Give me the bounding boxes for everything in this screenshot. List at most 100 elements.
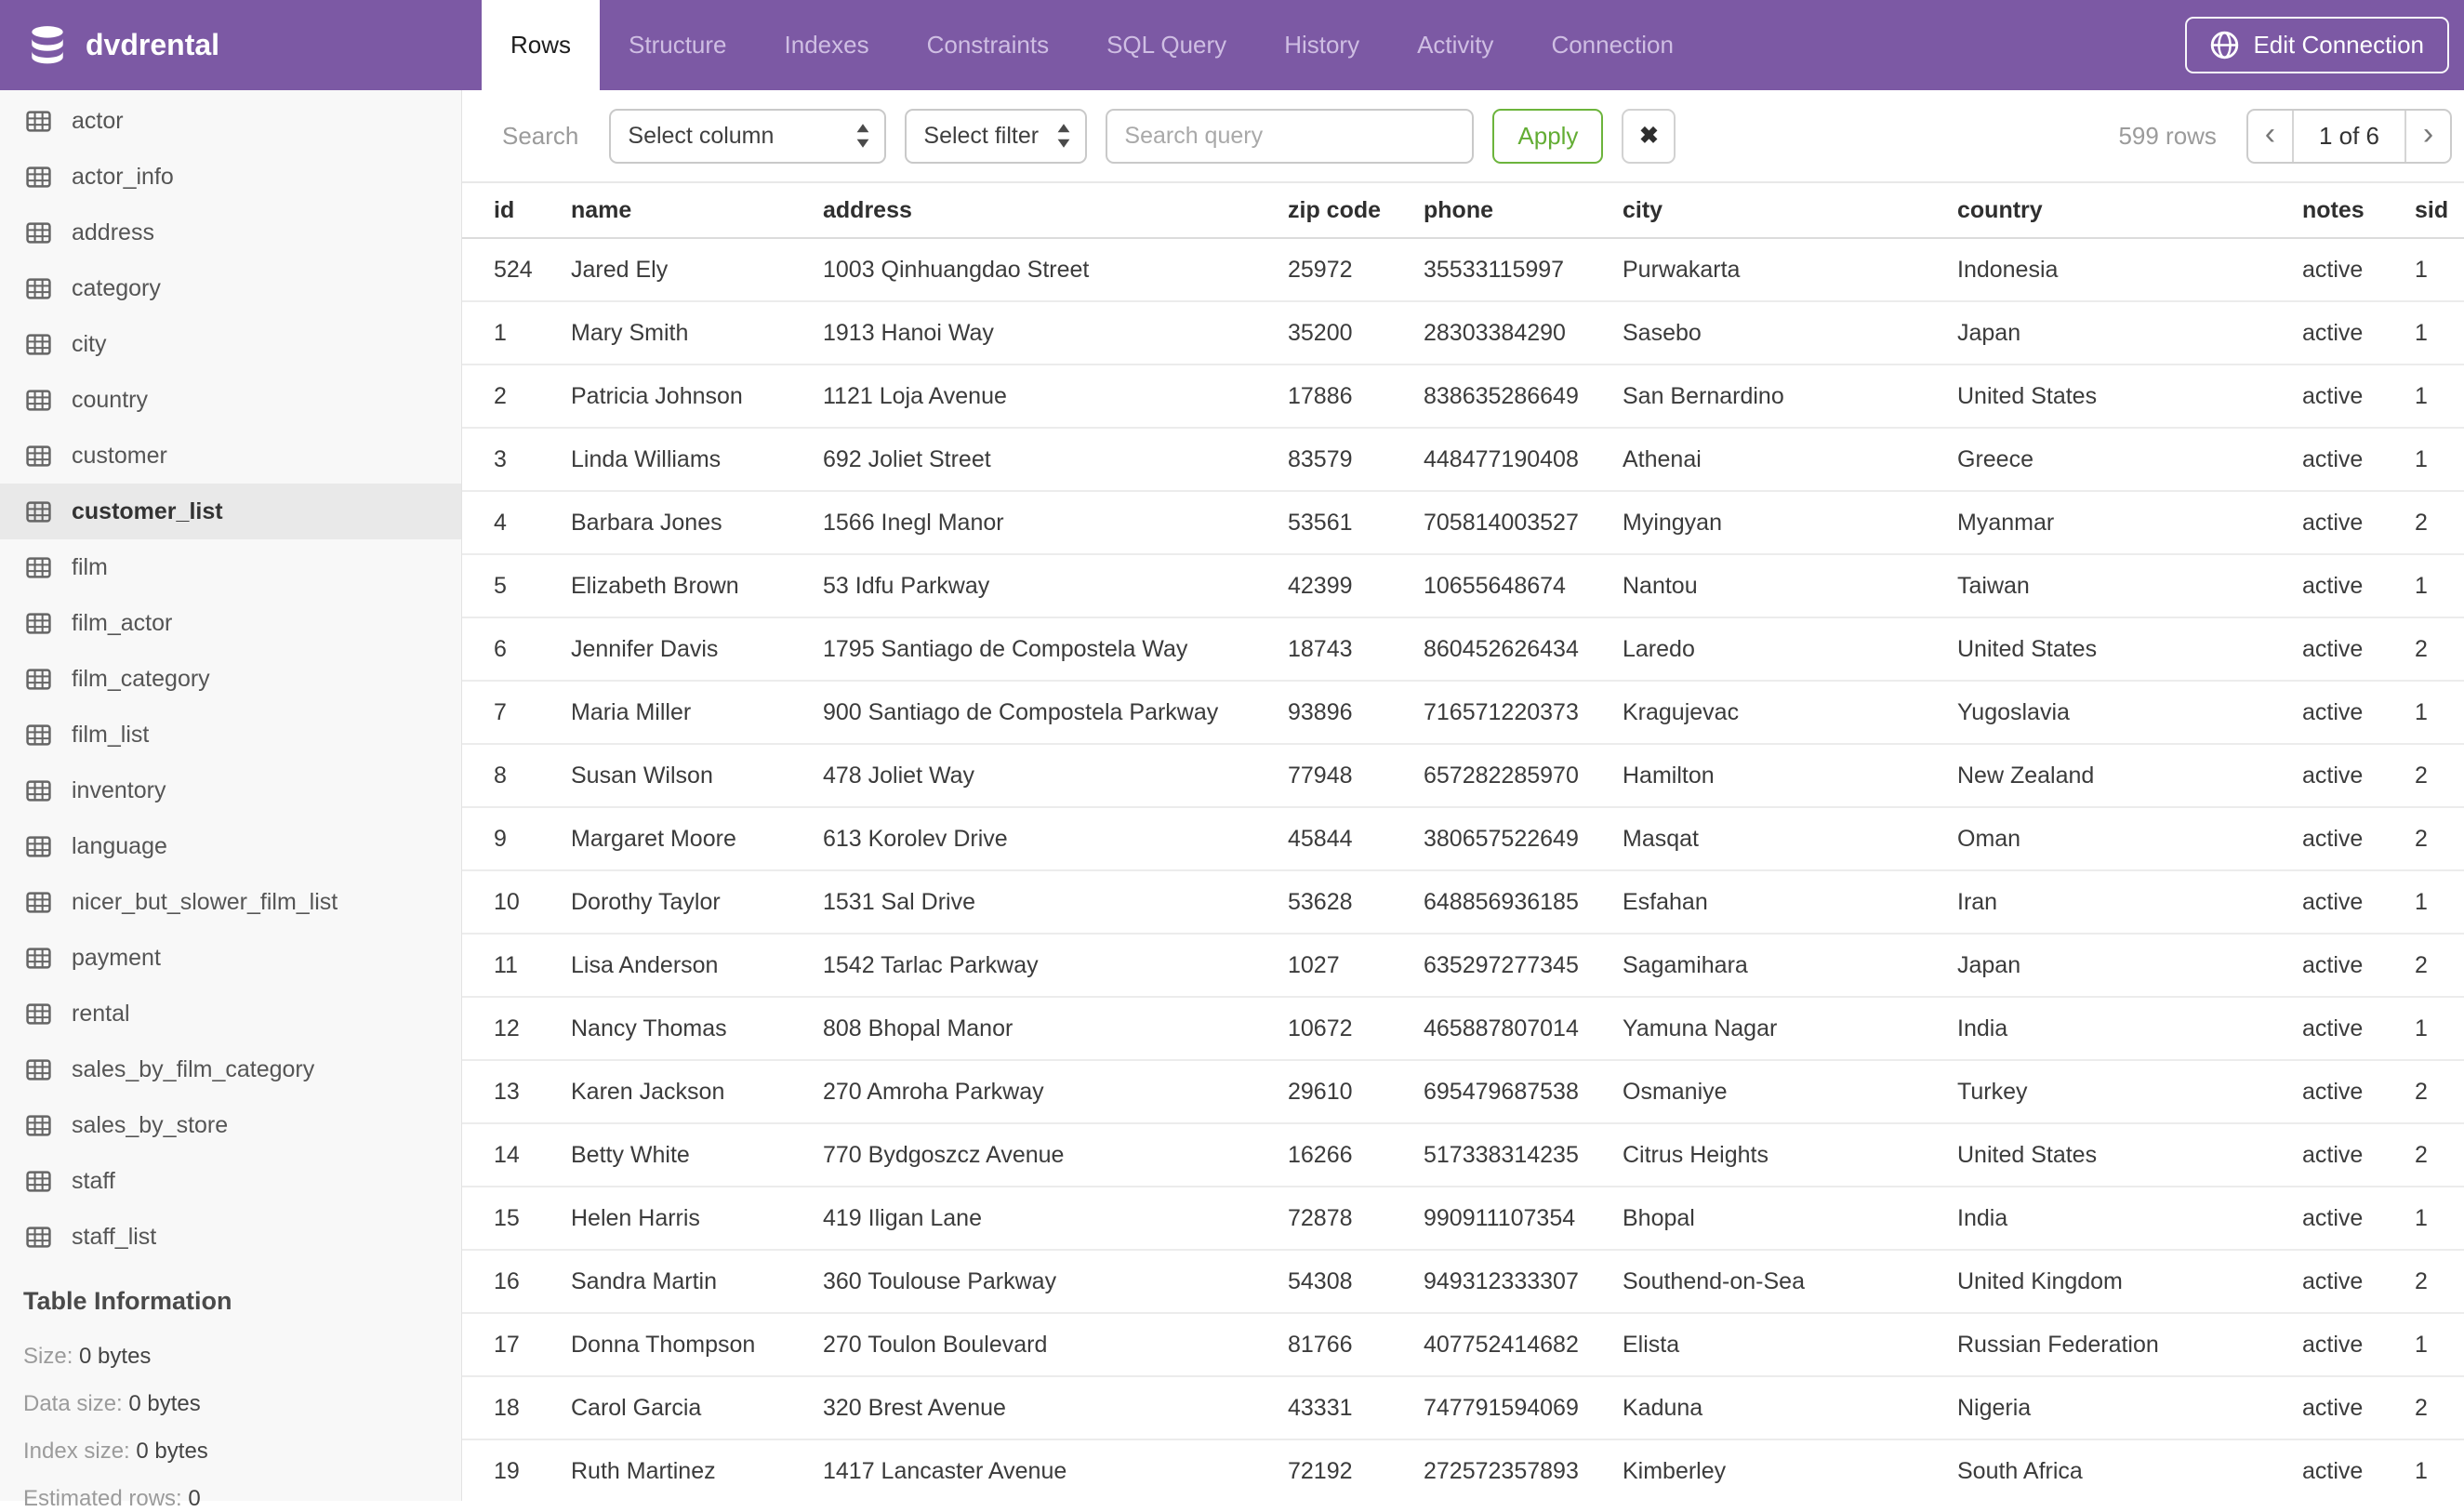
- cell-city[interactable]: Nantou: [1623, 573, 1957, 600]
- cell-phone[interactable]: 272572357893: [1424, 1458, 1623, 1485]
- cell-country[interactable]: Yugoslavia: [1957, 699, 2302, 726]
- tab-sql-query[interactable]: SQL Query: [1078, 0, 1255, 90]
- cell-notes[interactable]: active: [2302, 446, 2415, 473]
- cell-id[interactable]: 8: [494, 763, 571, 789]
- cell-country[interactable]: Myanmar: [1957, 510, 2302, 537]
- sidebar-item-actor-info[interactable]: actor_info: [0, 149, 461, 205]
- cell-address[interactable]: 1913 Hanoi Way: [823, 320, 1288, 347]
- cell-zip-code[interactable]: 18743: [1288, 636, 1424, 663]
- cell-phone[interactable]: 716571220373: [1424, 699, 1623, 726]
- cell-sid[interactable]: 2: [2415, 952, 2464, 979]
- cell-name[interactable]: Linda Williams: [571, 446, 823, 473]
- cell-address[interactable]: 1003 Qinhuangdao Street: [823, 257, 1288, 284]
- cell-phone[interactable]: 10655648674: [1424, 573, 1623, 600]
- table-row[interactable]: 16Sandra Martin360 Toulouse Parkway54308…: [462, 1251, 2464, 1314]
- cell-city[interactable]: Elista: [1623, 1332, 1957, 1359]
- cell-id[interactable]: 9: [494, 826, 571, 853]
- cell-country[interactable]: Greece: [1957, 446, 2302, 473]
- cell-zip-code[interactable]: 93896: [1288, 699, 1424, 726]
- cell-zip-code[interactable]: 29610: [1288, 1079, 1424, 1106]
- cell-city[interactable]: Yamuna Nagar: [1623, 1015, 1957, 1042]
- table-row[interactable]: 4Barbara Jones1566 Inegl Manor5356170581…: [462, 492, 2464, 555]
- cell-country[interactable]: South Africa: [1957, 1458, 2302, 1485]
- sidebar-item-sales-by-store[interactable]: sales_by_store: [0, 1097, 461, 1153]
- cell-name[interactable]: Betty White: [571, 1142, 823, 1169]
- column-header-zip-code[interactable]: zip code: [1288, 197, 1424, 224]
- cell-address[interactable]: 270 Amroha Parkway: [823, 1079, 1288, 1106]
- table-row[interactable]: 12Nancy Thomas808 Bhopal Manor1067246588…: [462, 998, 2464, 1061]
- cell-id[interactable]: 2: [494, 383, 571, 410]
- cell-sid[interactable]: 1: [2415, 699, 2464, 726]
- cell-zip-code[interactable]: 83579: [1288, 446, 1424, 473]
- cell-phone[interactable]: 747791594069: [1424, 1395, 1623, 1422]
- table-row[interactable]: 2Patricia Johnson1121 Loja Avenue1788683…: [462, 365, 2464, 429]
- sidebar-item-staff[interactable]: staff: [0, 1153, 461, 1209]
- sidebar-item-customer-list[interactable]: customer_list: [0, 484, 461, 539]
- cell-notes[interactable]: active: [2302, 826, 2415, 853]
- cell-notes[interactable]: active: [2302, 1332, 2415, 1359]
- tab-indexes[interactable]: Indexes: [756, 0, 898, 90]
- cell-address[interactable]: 478 Joliet Way: [823, 763, 1288, 789]
- cell-name[interactable]: Carol Garcia: [571, 1395, 823, 1422]
- cell-zip-code[interactable]: 16266: [1288, 1142, 1424, 1169]
- cell-sid[interactable]: 2: [2415, 1395, 2464, 1422]
- cell-notes[interactable]: active: [2302, 573, 2415, 600]
- cell-country[interactable]: Russian Federation: [1957, 1332, 2302, 1359]
- sidebar-item-nicer-but-slower-film-list[interactable]: nicer_but_slower_film_list: [0, 874, 461, 930]
- cell-country[interactable]: United States: [1957, 1142, 2302, 1169]
- cell-name[interactable]: Barbara Jones: [571, 510, 823, 537]
- cell-address[interactable]: 1121 Loja Avenue: [823, 383, 1288, 410]
- cell-address[interactable]: 1566 Inegl Manor: [823, 510, 1288, 537]
- cell-id[interactable]: 17: [494, 1332, 571, 1359]
- cell-zip-code[interactable]: 53628: [1288, 889, 1424, 916]
- cell-address[interactable]: 1542 Tarlac Parkway: [823, 952, 1288, 979]
- search-query-input[interactable]: [1106, 109, 1474, 164]
- cell-city[interactable]: Kimberley: [1623, 1458, 1957, 1485]
- tab-connection[interactable]: Connection: [1522, 0, 1702, 90]
- edit-connection-button[interactable]: Edit Connection: [2185, 17, 2449, 73]
- cell-country[interactable]: India: [1957, 1205, 2302, 1232]
- cell-notes[interactable]: active: [2302, 889, 2415, 916]
- cell-name[interactable]: Mary Smith: [571, 320, 823, 347]
- cell-city[interactable]: Southend-on-Sea: [1623, 1268, 1957, 1295]
- sidebar-item-category[interactable]: category: [0, 260, 461, 316]
- tab-history[interactable]: History: [1255, 0, 1388, 90]
- table-row[interactable]: 19Ruth Martinez1417 Lancaster Avenue7219…: [462, 1440, 2464, 1501]
- cell-phone[interactable]: 28303384290: [1424, 320, 1623, 347]
- cell-sid[interactable]: 2: [2415, 636, 2464, 663]
- sidebar-item-payment[interactable]: payment: [0, 930, 461, 986]
- previous-page-button[interactable]: ‹: [2248, 111, 2292, 162]
- cell-notes[interactable]: active: [2302, 510, 2415, 537]
- cell-country[interactable]: Taiwan: [1957, 573, 2302, 600]
- tab-constraints[interactable]: Constraints: [898, 0, 1079, 90]
- cell-zip-code[interactable]: 35200: [1288, 320, 1424, 347]
- sidebar-item-country[interactable]: country: [0, 372, 461, 428]
- tab-activity[interactable]: Activity: [1388, 0, 1522, 90]
- table-row[interactable]: 7Maria Miller900 Santiago de Compostela …: [462, 682, 2464, 745]
- column-header-country[interactable]: country: [1957, 197, 2302, 224]
- cell-address[interactable]: 419 Iligan Lane: [823, 1205, 1288, 1232]
- cell-city[interactable]: Bhopal: [1623, 1205, 1957, 1232]
- cell-id[interactable]: 15: [494, 1205, 571, 1232]
- select-filter-dropdown[interactable]: Select filter: [905, 109, 1087, 164]
- cell-phone[interactable]: 465887807014: [1424, 1015, 1623, 1042]
- cell-zip-code[interactable]: 72192: [1288, 1458, 1424, 1485]
- cell-zip-code[interactable]: 25972: [1288, 257, 1424, 284]
- cell-sid[interactable]: 1: [2415, 1458, 2464, 1485]
- cell-address[interactable]: 360 Toulouse Parkway: [823, 1268, 1288, 1295]
- cell-sid[interactable]: 1: [2415, 446, 2464, 473]
- cell-name[interactable]: Elizabeth Brown: [571, 573, 823, 600]
- cell-sid[interactable]: 1: [2415, 889, 2464, 916]
- table-row[interactable]: 6Jennifer Davis1795 Santiago de Composte…: [462, 618, 2464, 682]
- cell-notes[interactable]: active: [2302, 1079, 2415, 1106]
- cell-city[interactable]: Purwakarta: [1623, 257, 1957, 284]
- table-row[interactable]: 1Mary Smith1913 Hanoi Way352002830338429…: [462, 302, 2464, 365]
- cell-address[interactable]: 1531 Sal Drive: [823, 889, 1288, 916]
- sidebar-item-rental[interactable]: rental: [0, 986, 461, 1041]
- cell-country[interactable]: United States: [1957, 636, 2302, 663]
- cell-name[interactable]: Sandra Martin: [571, 1268, 823, 1295]
- table-row[interactable]: 11Lisa Anderson1542 Tarlac Parkway102763…: [462, 935, 2464, 998]
- cell-notes[interactable]: active: [2302, 257, 2415, 284]
- table-row[interactable]: 14Betty White770 Bydgoszcz Avenue1626651…: [462, 1124, 2464, 1187]
- cell-city[interactable]: Myingyan: [1623, 510, 1957, 537]
